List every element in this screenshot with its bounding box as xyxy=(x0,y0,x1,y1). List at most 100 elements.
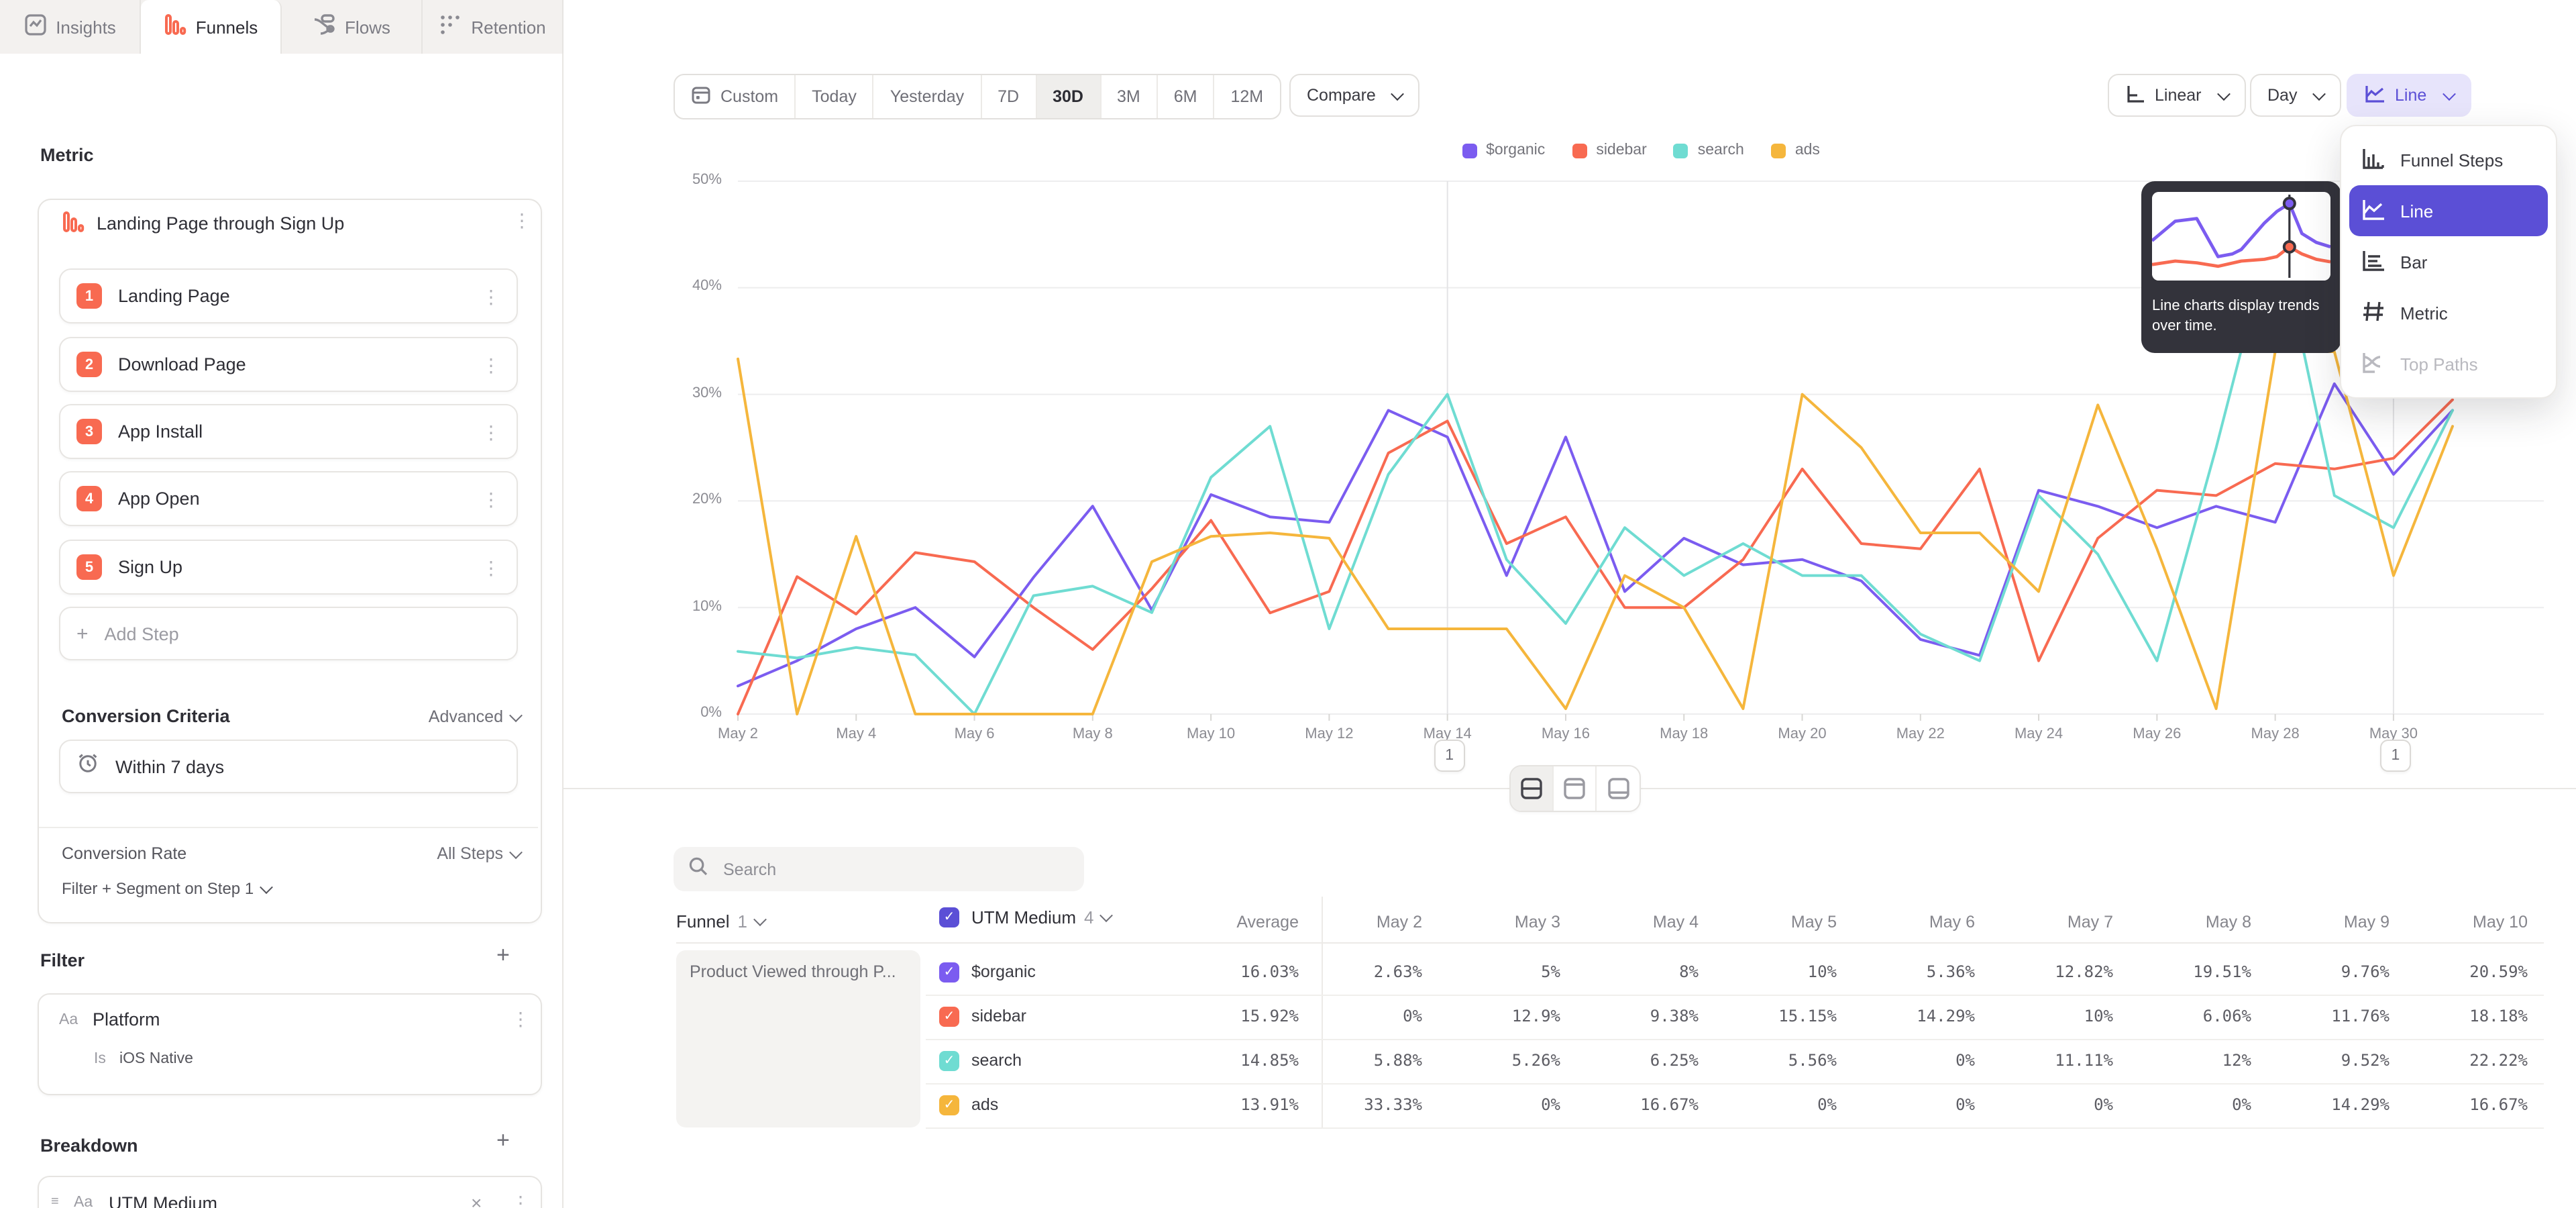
chevron-down-icon xyxy=(1391,87,1405,100)
conversion-rate-label: Conversion Rate xyxy=(62,844,186,863)
chart-type-dropdown[interactable]: Line xyxy=(2347,74,2471,117)
cell-value: 6.25% xyxy=(1564,1051,1699,1070)
filter-segment-dropdown[interactable]: Filter + Segment on Step 1 xyxy=(62,879,271,898)
table-breakdown-dropdown[interactable]: ✓ UTM Medium 4 xyxy=(939,907,1112,927)
range-label: Custom xyxy=(720,87,778,106)
date-column-header[interactable]: May 5 xyxy=(1703,913,1837,932)
menu-item-bar[interactable]: Bar xyxy=(2349,236,2548,287)
range-today[interactable]: Today xyxy=(796,75,874,118)
add-step-button[interactable]: + Add Step xyxy=(59,607,518,660)
date-column-header[interactable]: May 6 xyxy=(1841,913,1975,932)
series-name: sidebar xyxy=(971,1007,1026,1025)
filter-menu-button[interactable]: ⋮ xyxy=(511,1009,530,1028)
all-steps-dropdown[interactable]: All Steps xyxy=(376,844,521,863)
legend-swatch xyxy=(1674,143,1688,158)
funnel-step-3[interactable]: 3App Install⋮ xyxy=(59,404,518,459)
breakdown-menu-button[interactable]: ⋮ xyxy=(511,1193,530,1208)
tab-flows[interactable]: Flows xyxy=(282,0,423,54)
funnel-menu-button[interactable]: ⋮ xyxy=(513,211,531,230)
date-column-header[interactable]: May 10 xyxy=(2394,913,2528,932)
step-number-badge: 3 xyxy=(76,419,102,444)
range-yesterday[interactable]: Yesterday xyxy=(874,75,981,118)
series-checkbox[interactable]: ✓ xyxy=(939,1051,959,1071)
average-value: 15.92% xyxy=(1165,1007,1299,1025)
menu-item-label: Line xyxy=(2400,201,2433,221)
tab-insights[interactable]: Insights xyxy=(0,0,141,54)
cell-value: 12.82% xyxy=(1979,962,2113,981)
drag-handle-icon[interactable]: ≡ xyxy=(51,1195,59,1208)
annotation-badge[interactable]: 1 xyxy=(1434,740,1465,772)
cell-value: 15.15% xyxy=(1703,1007,1837,1025)
tab-funnels[interactable]: Funnels xyxy=(141,0,282,55)
step-menu-button[interactable]: ⋮ xyxy=(482,422,500,441)
chart-type-tooltip: Line charts display trends over time. xyxy=(2141,181,2341,353)
range-custom[interactable]: Custom xyxy=(675,75,796,118)
table-funnel-cell[interactable]: Product Viewed through P... xyxy=(676,950,920,1127)
series-name: search xyxy=(971,1051,1022,1070)
funnel-step-1[interactable]: 1Landing Page⋮ xyxy=(59,268,518,323)
step-menu-button[interactable]: ⋮ xyxy=(482,355,500,374)
average-value: 16.03% xyxy=(1165,962,1299,981)
range-label: 12M xyxy=(1231,87,1264,106)
date-column-header[interactable]: May 9 xyxy=(2255,913,2390,932)
select-all-checkbox[interactable]: ✓ xyxy=(939,907,959,927)
table-funnel-dropdown[interactable]: Funnel 1 xyxy=(676,911,765,932)
step-menu-button[interactable]: ⋮ xyxy=(482,558,500,576)
y-tick-label: 50% xyxy=(668,172,722,188)
breakdown-section-title: Breakdown xyxy=(40,1136,138,1156)
range-label: 7D xyxy=(998,87,1019,106)
add-filter-button[interactable]: + xyxy=(496,942,510,969)
filter-card[interactable]: Aa Platform ⋮ Is iOS Native xyxy=(38,993,542,1095)
step-number-badge: 5 xyxy=(76,554,102,580)
step-number-badge: 2 xyxy=(76,352,102,377)
funnel-step-2[interactable]: 2Download Page⋮ xyxy=(59,337,518,392)
range-12m[interactable]: 12M xyxy=(1215,75,1280,118)
funnel-step-5[interactable]: 5Sign Up⋮ xyxy=(59,540,518,595)
range-3m[interactable]: 3M xyxy=(1101,75,1158,118)
search-field[interactable] xyxy=(674,847,1084,891)
metric-section-title: Metric xyxy=(40,145,94,165)
step-menu-button[interactable]: ⋮ xyxy=(482,489,500,508)
date-column-header[interactable]: May 3 xyxy=(1426,913,1560,932)
date-range-control: Custom TodayYesterday 7D 30D3M6M 12M xyxy=(674,74,1281,119)
tab-retention[interactable]: Retention xyxy=(423,0,564,54)
x-tick-label: May 20 xyxy=(1762,726,1843,742)
annotation-badge[interactable]: 1 xyxy=(2380,740,2411,772)
conversion-window-button[interactable]: Within 7 days xyxy=(59,740,518,793)
menu-item-metric[interactable]: Metric xyxy=(2349,287,2548,338)
scale-dropdown[interactable]: Linear xyxy=(2108,74,2246,117)
series-checkbox[interactable]: ✓ xyxy=(939,962,959,983)
funnel-step-4[interactable]: 4App Open⋮ xyxy=(59,471,518,526)
layout-chart-only-button[interactable] xyxy=(1554,766,1597,811)
average-column-header[interactable]: Average xyxy=(1165,913,1299,932)
menu-item-line[interactable]: Line xyxy=(2349,185,2548,236)
legend-swatch xyxy=(1572,143,1587,158)
remove-breakdown-icon[interactable]: × xyxy=(471,1192,482,1208)
cell-value: 0% xyxy=(1841,1051,1975,1070)
add-breakdown-button[interactable]: + xyxy=(496,1127,510,1154)
y-tick-label: 20% xyxy=(668,491,722,507)
breakdown-card[interactable]: ≡ Aa UTM Medium × ⋮ xyxy=(38,1176,542,1208)
range-7d[interactable]: 7D xyxy=(981,75,1036,118)
cell-value: 33.33% xyxy=(1288,1095,1422,1114)
series-checkbox[interactable]: ✓ xyxy=(939,1007,959,1027)
range-30d[interactable]: 30D xyxy=(1036,75,1101,118)
date-column-header[interactable]: May 2 xyxy=(1288,913,1422,932)
tooltip-mini-chart xyxy=(2152,192,2330,281)
cell-value: 5.36% xyxy=(1841,962,1975,981)
layout-table-only-button[interactable] xyxy=(1597,766,1640,811)
advanced-dropdown[interactable]: Advanced xyxy=(389,707,521,726)
series-checkbox[interactable]: ✓ xyxy=(939,1095,959,1115)
search-input[interactable] xyxy=(720,858,1069,880)
layout-split-button[interactable] xyxy=(1511,766,1554,811)
cell-value: 22.22% xyxy=(2394,1051,2528,1070)
menu-item-funnel-steps[interactable]: Funnel Steps xyxy=(2349,134,2548,185)
range-6m[interactable]: 6M xyxy=(1158,75,1215,118)
granularity-dropdown[interactable]: Day xyxy=(2250,74,2341,117)
layout-toggle xyxy=(1509,765,1641,812)
step-menu-button[interactable]: ⋮ xyxy=(482,287,500,305)
compare-button[interactable]: Compare xyxy=(1289,74,1420,117)
date-column-header[interactable]: May 7 xyxy=(1979,913,2113,932)
date-column-header[interactable]: May 8 xyxy=(2117,913,2251,932)
date-column-header[interactable]: May 4 xyxy=(1564,913,1699,932)
